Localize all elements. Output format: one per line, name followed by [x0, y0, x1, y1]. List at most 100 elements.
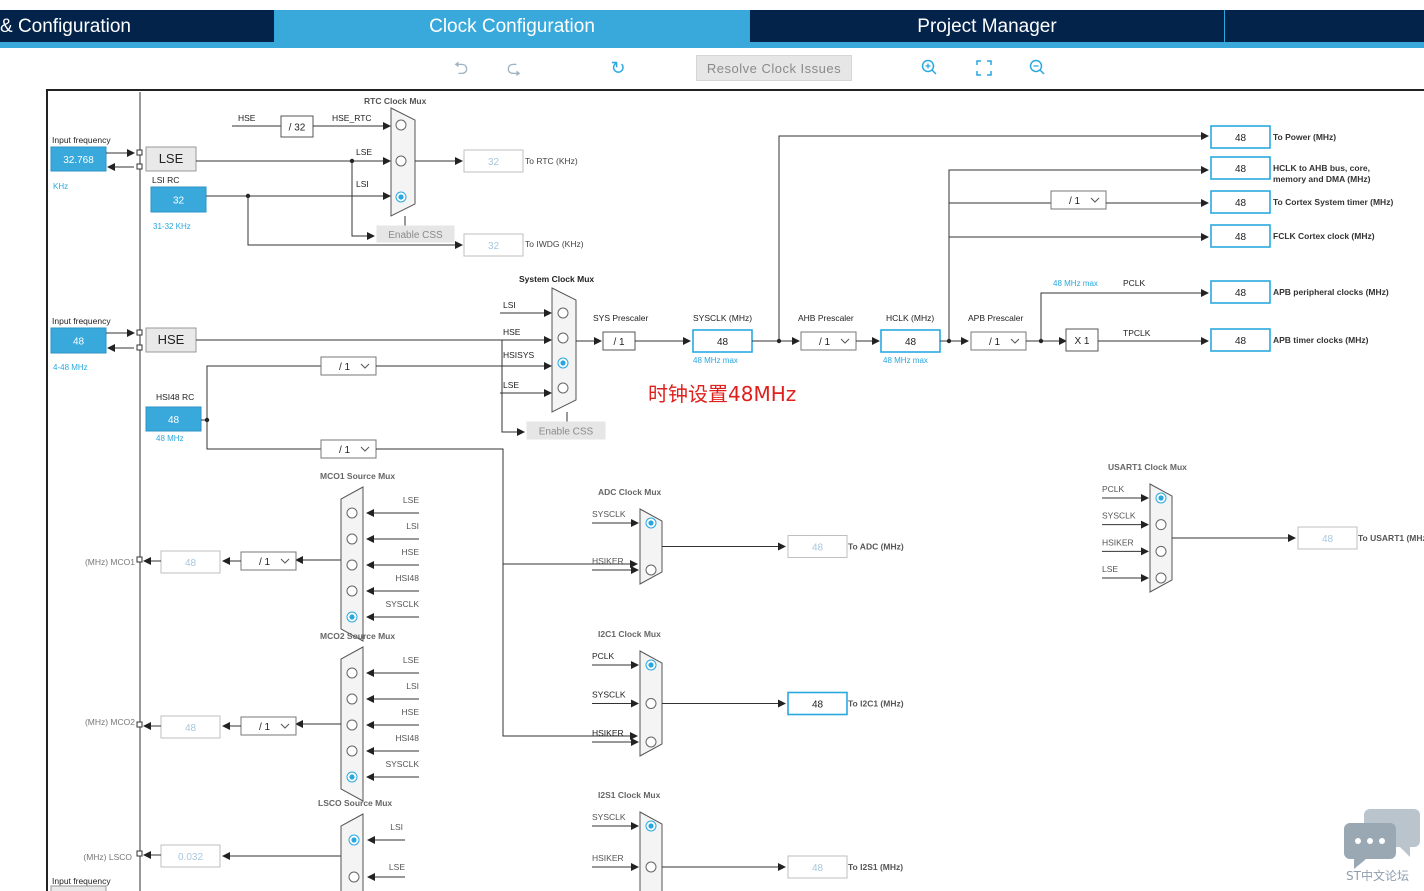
lse-block-text: LSE: [159, 151, 184, 166]
i2s1-radio-sysclk-dot: [648, 823, 654, 829]
rtc-radio-lse[interactable]: [395, 155, 407, 167]
hsi-divider2-dropdown-text: / 1: [339, 445, 351, 456]
sysclk-label: SYSCLK (MHz): [693, 313, 752, 323]
port: [136, 850, 143, 857]
output-hclk-ahb-label: HCLK to AHB bus, core,: [1273, 163, 1370, 173]
port: [136, 163, 143, 170]
usart1-radio-pclk-dot: [1158, 495, 1164, 501]
lsco-output-label: (MHz) LSCO: [83, 852, 132, 862]
watermark-text: ST中文论坛: [1346, 869, 1409, 883]
usart1-radio-hsiker[interactable]: [1155, 545, 1167, 557]
adc-output-label: To ADC (MHz): [848, 542, 904, 552]
ahb-prescaler-dropdown-text: / 1: [819, 337, 831, 348]
adc-radio-hsiker[interactable]: [645, 564, 657, 576]
hsi48-frequency-text: 48: [168, 415, 180, 426]
hsi48-unit-label: 48 MHz: [156, 434, 184, 443]
usart1-radio-lse[interactable]: [1155, 572, 1167, 584]
mco1-input-label-lsi: LSI: [406, 521, 419, 531]
hse-range-label: 4-48 MHz: [53, 363, 88, 372]
iwdg-output-value-text: 32: [488, 241, 500, 252]
mco2-input-label-hse: HSE: [402, 707, 420, 717]
i2s1-radio-hsiker[interactable]: [645, 861, 657, 873]
mco1-radio-sysclk-dot: [349, 614, 355, 620]
mco2-radio-hse[interactable]: [346, 719, 358, 731]
mco1-output-label: (MHz) MCO1: [85, 557, 135, 567]
mco2-input-label-lse: LSE: [403, 655, 419, 665]
i2s1-input-label-hsiker: HSIKER: [592, 853, 624, 863]
hclk-max-label: 48 MHz max: [883, 356, 928, 365]
port: [136, 556, 143, 563]
port: [136, 721, 143, 728]
rtc-clock-mux-title: RTC Clock Mux: [364, 96, 427, 106]
output-fclk-label: FCLK Cortex clock (MHz): [1273, 231, 1375, 241]
annotation-note: 时钟设置48MHz: [648, 382, 797, 406]
usart1-input-label-sysclk: SYSCLK: [1102, 511, 1136, 521]
lsco-radio-lse[interactable]: [348, 871, 360, 883]
hse-block-text: HSE: [158, 332, 185, 347]
i2c1-radio-hsiker[interactable]: [645, 736, 657, 748]
tpclk-label: TPCLK: [1123, 328, 1151, 338]
i2c1-radio-sysclk[interactable]: [645, 698, 657, 709]
usart1-input-label-hsiker: HSIKER: [1102, 537, 1134, 547]
usart1-input-label-pclk: PCLK: [1102, 484, 1125, 494]
mco1-input-label-hse: HSE: [402, 547, 420, 557]
sys-radio-lse[interactable]: [557, 382, 569, 394]
sysclk-max-label: 48 MHz max: [693, 356, 738, 365]
usart1-radio-sysclk[interactable]: [1155, 519, 1167, 531]
mco1-radio-hse[interactable]: [346, 559, 358, 571]
pclk-label: PCLK: [1123, 278, 1146, 288]
mco2-radio-sysclk-dot: [349, 774, 355, 780]
mco2-input-label-lsi: LSI: [406, 681, 419, 691]
hse-div32-box-text: / 32: [289, 123, 306, 134]
sys-radio-hsisys-dot: [560, 360, 566, 366]
mco2-input-label-sysclk: SYSCLK: [385, 759, 419, 769]
usart1-output-value-text: 48: [1322, 534, 1334, 545]
mco1-output-value-text: 48: [185, 558, 197, 569]
lsi-rc-label: LSI RC: [152, 175, 179, 185]
mco2-radio-lse[interactable]: [346, 667, 358, 679]
i2s1-output-value-text: 48: [812, 863, 824, 874]
sys-radio-lsi[interactable]: [557, 307, 569, 319]
port: [136, 344, 143, 351]
usart1-clock-mux-title: USART1 Clock Mux: [1108, 462, 1187, 472]
mco1-input-label-sysclk: SYSCLK: [385, 599, 419, 609]
i2s1-output-label: To I2S1 (MHz): [848, 862, 903, 872]
output-apb-timer-label: APB timer clocks (MHz): [1273, 335, 1369, 345]
lsi-frequency-text: 32: [173, 196, 185, 207]
sys-prescaler-box-text: / 1: [613, 337, 625, 348]
mco2-source-mux-title: MCO2 Source Mux: [320, 631, 395, 641]
i2c1-input-label-pclk: PCLK: [592, 651, 615, 661]
lsco-source-mux-title: LSCO Source Mux: [318, 798, 392, 808]
adc-output-value-text: 48: [812, 543, 824, 554]
apb-prescaler-label: APB Prescaler: [968, 313, 1023, 323]
mco1-radio-lse[interactable]: [346, 507, 358, 519]
i2s1-input-label-sysclk: SYSCLK: [592, 812, 626, 822]
hsi-divider-dropdown-text: / 1: [339, 362, 351, 373]
mco1-radio-lsi[interactable]: [346, 533, 358, 545]
lse-unit-label: KHz: [53, 182, 68, 191]
mco2-radio-hsi48[interactable]: [346, 745, 358, 757]
hsi48-to-div: [206, 365, 321, 420]
rtc-radio-hse[interactable]: [395, 119, 407, 131]
output-cortex-timer-label: To Cortex System timer (MHz): [1273, 197, 1393, 207]
clock-tree-diagram: Input frequency 32.768 KHz LSE LSI RC 32 31-32…: [46, 89, 1424, 891]
lsi-range-label: 31-32 KHz: [153, 222, 191, 231]
mco1-radio-hsi48[interactable]: [346, 585, 358, 597]
adc-clock-mux-title: ADC Clock Mux: [598, 487, 662, 497]
output-apb-peripheral-value-text: 48: [1235, 288, 1247, 299]
lse-to-css: [351, 161, 375, 240]
sys-lse-label: LSE: [503, 380, 519, 390]
iwdg-output-label: To IWDG (KHz): [525, 239, 584, 249]
sys-radio-hse[interactable]: [557, 332, 569, 344]
usart1-input-label-lse: LSE: [1102, 564, 1118, 574]
adc-input-label-hsiker: HSIKER: [592, 556, 624, 566]
apb-prescaler-dropdown-text: / 1: [989, 337, 1001, 348]
rtc-output-label: To RTC (KHz): [525, 156, 578, 166]
lsco-input-frequency-label: Input frequency: [52, 876, 111, 886]
port: [136, 149, 143, 156]
rtc-lsi-label: LSI: [356, 179, 369, 189]
ahb-prescaler-label: AHB Prescaler: [798, 313, 854, 323]
mco2-radio-lsi[interactable]: [346, 693, 358, 705]
mco1-input-label-lse: LSE: [403, 495, 419, 505]
mco2-output-label: (MHz) MCO2: [85, 717, 135, 727]
